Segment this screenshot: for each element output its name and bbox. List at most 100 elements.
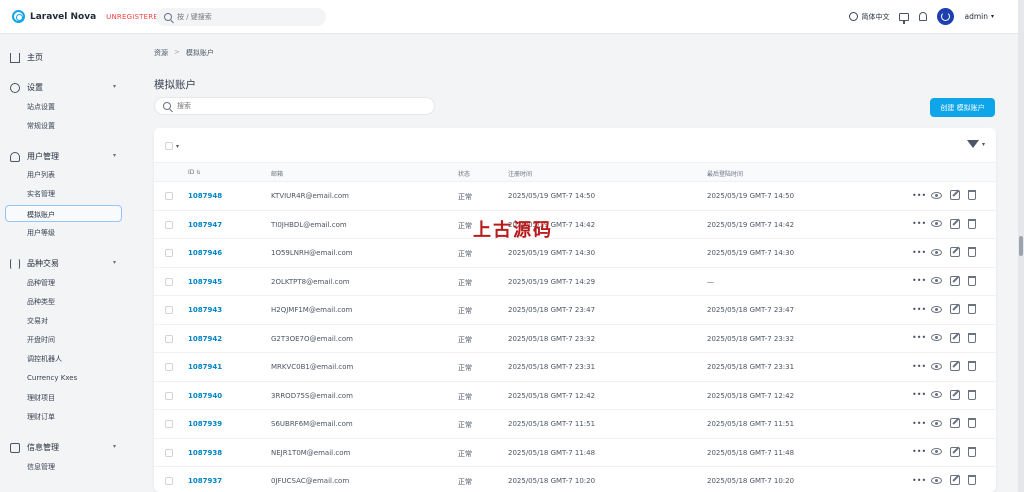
- global-search[interactable]: [156, 8, 326, 26]
- notifications-bell-icon[interactable]: [919, 12, 928, 21]
- row-id-link[interactable]: 1087938: [188, 449, 222, 457]
- row-checkbox[interactable]: [165, 420, 173, 428]
- row-id-link[interactable]: 1087945: [188, 278, 222, 286]
- row-checkbox[interactable]: [165, 391, 173, 400]
- sidebar-item-messages[interactable]: 信息管理: [27, 462, 55, 472]
- table-row[interactable]: 1087941 MRKVC0B1@email.com 正常 2025/05/18 GM…: [154, 353, 996, 382]
- breadcrumb-root[interactable]: 资源: [154, 48, 168, 58]
- edit-pencil-icon[interactable]: [950, 418, 960, 428]
- row-checkbox[interactable]: [165, 448, 173, 457]
- sidebar-item-trading-pairs[interactable]: 交易对: [27, 316, 48, 326]
- more-actions-icon[interactable]: •••: [912, 305, 926, 314]
- table-row[interactable]: 1087940 3RROD75S@email.com 正常 2025/05/18 GM…: [154, 382, 996, 410]
- more-actions-icon[interactable]: •••: [912, 447, 926, 456]
- create-demo-account-button[interactable]: 创建 模拟账户: [930, 98, 995, 117]
- row-checkbox[interactable]: [165, 249, 173, 257]
- scrollbar-thumb[interactable]: [1019, 236, 1023, 256]
- row-id-link[interactable]: 1087941: [188, 363, 222, 371]
- sidebar-item-control-robot[interactable]: 调控机器人: [27, 354, 62, 364]
- more-actions-icon[interactable]: •••: [912, 390, 926, 399]
- sidebar-item-instrument-types[interactable]: 品种类型: [27, 297, 55, 307]
- edit-pencil-icon[interactable]: [950, 190, 960, 200]
- row-id-link[interactable]: 1087943: [188, 306, 222, 314]
- sidebar-group-settings[interactable]: 设置 ▾: [10, 82, 120, 93]
- more-actions-icon[interactable]: •••: [912, 248, 926, 257]
- user-menu[interactable]: admin ▾: [964, 12, 994, 21]
- edit-pencil-icon[interactable]: [950, 332, 960, 343]
- table-row[interactable]: 1087937 0JFUCSAC@email.com 正常 2025/05/18 GM…: [154, 467, 996, 492]
- row-id-link[interactable]: 1087937: [188, 477, 222, 485]
- page-scrollbar[interactable]: [1018, 0, 1024, 492]
- select-all-checkbox[interactable]: [165, 142, 173, 150]
- delete-trash-icon[interactable]: [968, 190, 976, 200]
- more-actions-icon[interactable]: •••: [912, 219, 926, 228]
- table-row[interactable]: 1087947 TI0JHBDL@email.com 正常 2025/05/19 GM…: [154, 211, 996, 239]
- edit-pencil-icon[interactable]: [950, 361, 960, 371]
- delete-trash-icon[interactable]: [968, 361, 976, 371]
- view-eye-icon[interactable]: [931, 448, 942, 455]
- sidebar-group-home[interactable]: 主页: [10, 52, 120, 63]
- delete-trash-icon[interactable]: [968, 418, 976, 428]
- row-id-link[interactable]: 1087939: [188, 420, 222, 428]
- view-eye-icon[interactable]: [931, 334, 942, 341]
- edit-pencil-icon[interactable]: [950, 389, 960, 400]
- table-row[interactable]: 1087948 KTVIUR4R@email.com 正常 2025/05/19 GM…: [154, 182, 996, 211]
- delete-trash-icon[interactable]: [968, 389, 976, 400]
- row-checkbox[interactable]: [165, 220, 173, 229]
- sidebar-group-trading[interactable]: 品种交易 ▾: [10, 258, 120, 269]
- delete-trash-icon[interactable]: [968, 275, 976, 286]
- sidebar-group-users[interactable]: 用户管理 ▾: [10, 151, 120, 162]
- view-eye-icon[interactable]: [931, 476, 942, 484]
- row-checkbox[interactable]: [165, 277, 173, 286]
- view-eye-icon[interactable]: [931, 305, 942, 313]
- more-actions-icon[interactable]: •••: [912, 362, 926, 371]
- column-header-id[interactable]: ID ⇅: [188, 169, 201, 176]
- app-logo[interactable]: Laravel Nova UNREGISTERED: [12, 10, 164, 23]
- row-checkbox[interactable]: [165, 477, 173, 485]
- user-avatar[interactable]: [937, 8, 955, 25]
- sidebar-group-messages[interactable]: 信息管理 ▾: [10, 442, 120, 453]
- sidebar-item-kyc[interactable]: 实名管理: [27, 189, 55, 199]
- view-eye-icon[interactable]: [931, 248, 942, 256]
- more-actions-icon[interactable]: •••: [912, 333, 926, 342]
- table-row[interactable]: 1087942 G2T3OE7O@email.com 正常 2025/05/18 GM…: [154, 325, 996, 353]
- view-eye-icon[interactable]: [931, 362, 942, 370]
- row-id-link[interactable]: 1087948: [188, 192, 222, 200]
- row-id-link[interactable]: 1087946: [188, 249, 222, 257]
- edit-pencil-icon[interactable]: [950, 446, 960, 457]
- table-row[interactable]: 1087945 2OLKTPT8@email.com 正常 2025/05/19 GM…: [154, 268, 996, 296]
- view-eye-icon[interactable]: [931, 419, 942, 427]
- table-row[interactable]: 1087939 S6UBRF6M@email.com 正常 2025/05/18 GM…: [154, 410, 996, 439]
- resource-search-input[interactable]: [177, 102, 417, 110]
- row-checkbox[interactable]: [165, 306, 173, 314]
- row-checkbox[interactable]: [165, 192, 173, 200]
- delete-trash-icon[interactable]: [968, 218, 976, 229]
- view-eye-icon[interactable]: [931, 391, 942, 398]
- row-checkbox[interactable]: [165, 334, 173, 343]
- sidebar-item-user-levels[interactable]: 用户等级: [27, 228, 55, 238]
- more-actions-icon[interactable]: •••: [912, 191, 926, 200]
- row-id-link[interactable]: 1087940: [188, 392, 222, 400]
- global-search-input[interactable]: [177, 13, 307, 21]
- edit-pencil-icon[interactable]: [950, 218, 960, 229]
- sidebar-item-user-list[interactable]: 用户列表: [27, 170, 55, 180]
- more-actions-icon[interactable]: •••: [912, 276, 926, 285]
- sidebar-item-wealth-orders[interactable]: 理财订单: [27, 412, 55, 422]
- sidebar-item-wealth-projects[interactable]: 理财项目: [27, 393, 55, 403]
- view-eye-icon[interactable]: [931, 220, 942, 227]
- table-row[interactable]: 1087938 NEJR1T0M@email.com 正常 2025/05/18 GM…: [154, 439, 996, 467]
- table-row[interactable]: 1087943 H2QJMF1M@email.com 正常 2025/05/18 GM…: [154, 296, 996, 325]
- view-eye-icon[interactable]: [931, 277, 942, 284]
- delete-trash-icon[interactable]: [968, 475, 976, 485]
- sidebar-item-currency-kxes[interactable]: Currency Kxes: [27, 374, 77, 382]
- resource-search[interactable]: [154, 97, 435, 115]
- delete-trash-icon[interactable]: [968, 304, 976, 314]
- filter-dropdown[interactable]: ▾: [966, 140, 985, 148]
- edit-pencil-icon[interactable]: [950, 275, 960, 286]
- sidebar-item-instruments[interactable]: 品种管理: [27, 278, 55, 288]
- delete-trash-icon[interactable]: [968, 446, 976, 457]
- more-actions-icon[interactable]: •••: [912, 476, 926, 485]
- row-id-link[interactable]: 1087942: [188, 335, 222, 343]
- delete-trash-icon[interactable]: [968, 247, 976, 257]
- select-all-dropdown[interactable]: ▾: [165, 142, 179, 150]
